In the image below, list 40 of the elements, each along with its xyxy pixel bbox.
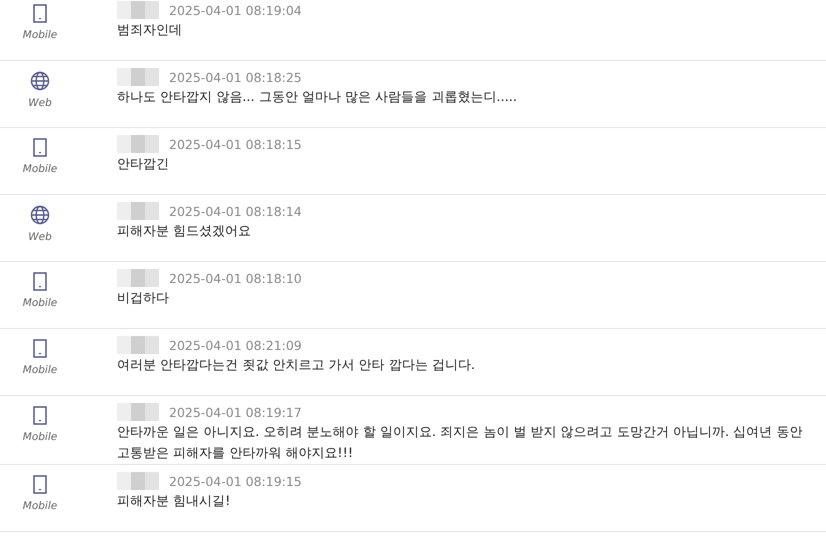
comment-text: 피해자분 힘드셨겠어요 (117, 223, 252, 241)
globe-icon (30, 71, 50, 91)
comment-text: 범죄자인데 (117, 22, 183, 40)
phone-icon (33, 475, 47, 494)
phone-icon (33, 138, 47, 157)
blurred-username (117, 269, 159, 287)
device-label: Web (28, 231, 52, 243)
phone-icon (33, 272, 47, 291)
comment-text: 비겁하다 (117, 290, 170, 308)
blurred-username (117, 472, 159, 490)
blurred-username (117, 202, 159, 220)
phone-icon (33, 4, 47, 23)
device-label: Mobile (22, 297, 58, 309)
blurred-username (117, 403, 159, 421)
device-label: Mobile (22, 431, 58, 443)
device-label: Mobile (22, 163, 58, 175)
device-label: Web (28, 97, 52, 109)
comment-text: 하나도 안타깝지 않음... 그동안 얼마나 많은 사람들을 괴롭혔는디..... (117, 89, 518, 107)
device-label: Mobile (22, 364, 58, 376)
blurred-username (117, 135, 159, 153)
device-label: Mobile (22, 29, 58, 41)
comment-time: 2025-04-01 08:18:15 (169, 136, 302, 152)
comment-time: 2025-04-01 08:19:15 (169, 474, 302, 488)
comment-text: 안타깝긴 (117, 156, 170, 174)
phone-icon (33, 339, 47, 358)
comment-time: 2025-04-01 08:19:17 (169, 404, 302, 420)
blurred-username (117, 68, 159, 86)
comment-text: 피해자분 힘내시길! (117, 493, 232, 511)
comment-text: 안타까운 일은 아니지요. 오히려 분노해야 할 일이지요. 죄지은 놈이 벌 받지 않으려고 도망간거 아닙니까. 십여년 동안 고통받은 피해자를 안타까워 해야지요!!! (117, 424, 804, 463)
comment-time: 2025-04-01 08:21:09 (169, 338, 302, 352)
globe-icon (30, 205, 50, 225)
comment-time: 2025-04-01 08:18:14 (169, 204, 302, 218)
device-label: Mobile (22, 500, 58, 512)
comment-time: 2025-04-01 08:18:25 (169, 70, 302, 84)
blurred-username (117, 1, 159, 19)
comment-time: 2025-04-01 08:18:10 (169, 270, 302, 286)
phone-icon (33, 406, 47, 425)
comment-text: 여러분 안타깝다는건 죗값 안치르고 가서 안타 깝다는 겁니다. (117, 357, 476, 375)
blurred-username (117, 336, 159, 354)
comment-time: 2025-04-01 08:19:04 (169, 2, 302, 18)
